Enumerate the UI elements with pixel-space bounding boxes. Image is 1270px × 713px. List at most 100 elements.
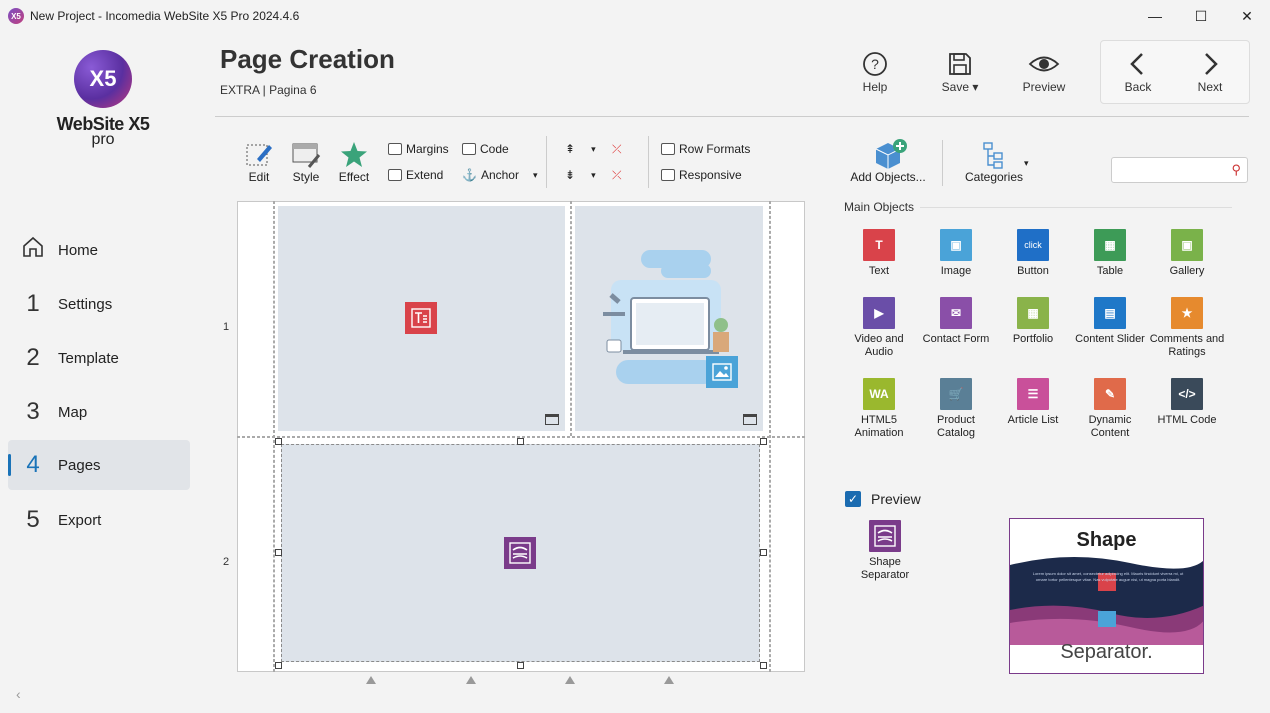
object-table[interactable]: ▦ Table: [1071, 229, 1149, 278]
resize-handle[interactable]: [760, 549, 767, 556]
object-text[interactable]: T Text: [840, 229, 918, 278]
categories-dropdown-icon[interactable]: ▾: [1024, 158, 1029, 169]
help-button[interactable]: ? Help: [852, 48, 898, 94]
object-portfolio[interactable]: ▦ Portfolio: [994, 297, 1072, 346]
maximize-button[interactable]: ☐: [1178, 0, 1224, 32]
row-formats-button[interactable]: Row Formats: [661, 142, 750, 156]
sidebar-item-settings[interactable]: 1 Settings: [8, 279, 190, 329]
object-label: Portfolio: [1012, 333, 1054, 345]
next-button[interactable]: Next: [1186, 48, 1234, 94]
object-video-and-audio[interactable]: ▶ Video and Audio: [840, 297, 918, 359]
resize-handle[interactable]: [517, 438, 524, 445]
column-marker[interactable]: [366, 676, 376, 684]
shape-separator-cell[interactable]: [281, 444, 760, 662]
image-object-icon: [706, 356, 738, 388]
sidebar-item-label: Home: [58, 241, 99, 259]
delete-cell-icon: ⤫: [612, 168, 622, 182]
style-icon: [291, 140, 321, 170]
close-button[interactable]: ✕: [1224, 0, 1270, 32]
step-number: 5: [26, 506, 40, 533]
cell-options-icon[interactable]: [545, 414, 559, 425]
object-gallery[interactable]: ▣ Gallery: [1148, 229, 1226, 278]
delete-cell-button[interactable]: ⤫: [612, 168, 622, 183]
margins-button[interactable]: Margins: [388, 142, 449, 156]
extend-button[interactable]: Extend: [388, 168, 443, 182]
object-label: Product Catalog: [937, 414, 975, 439]
table-icon: ▦: [1094, 229, 1126, 261]
object-html5-animation[interactable]: WA HTML5 Animation: [840, 378, 918, 440]
edit-button[interactable]: Edit: [243, 140, 275, 184]
add-objects-button[interactable]: Add Objects...: [848, 139, 928, 184]
object-product-catalog[interactable]: 🛒 Product Catalog: [917, 378, 995, 440]
column-marker[interactable]: [664, 676, 674, 684]
preview-label: Preview: [1022, 80, 1066, 94]
insert-row-above-button[interactable]: ⇞ ▾: [565, 142, 596, 156]
style-label: Style: [292, 170, 320, 184]
resize-handle[interactable]: [275, 438, 282, 445]
title-bar: X5 New Project - Incomedia WebSite X5 Pr…: [0, 0, 1270, 32]
row-number: 2: [223, 556, 230, 568]
code-icon: [462, 143, 476, 155]
minimize-button[interactable]: —: [1132, 0, 1178, 32]
save-button[interactable]: Save ▾: [936, 48, 984, 94]
object-content-slider[interactable]: ▤ Content Slider: [1071, 297, 1149, 346]
gallery-icon: ▣: [1171, 229, 1203, 261]
responsive-button[interactable]: Responsive: [661, 168, 742, 182]
code-label: Code: [480, 142, 509, 156]
object-contact-form[interactable]: ✉ Contact Form: [917, 297, 995, 346]
object-comments-and-ratings[interactable]: ★ Comments and Ratings: [1148, 297, 1226, 359]
delete-row-button[interactable]: ⤫: [612, 142, 622, 157]
object-article-list[interactable]: ☰ Article List: [994, 378, 1072, 427]
selected-object-shape-separator[interactable]: Shape Separator: [846, 520, 924, 582]
save-label: Save: [941, 80, 969, 94]
search-input[interactable]: ⚲: [1111, 157, 1248, 183]
preview-image-caption: Separator.: [1060, 641, 1153, 663]
edit-label: Edit: [248, 170, 270, 184]
article-list-icon: ☰: [1017, 378, 1049, 410]
insert-row-below-button[interactable]: ⇟ ▾: [565, 168, 596, 182]
search-icon[interactable]: ⚲: [1231, 162, 1241, 178]
anchor-button[interactable]: ⚓ Anchor ▾: [462, 168, 538, 182]
sidebar-item-pages[interactable]: 4 Pages: [8, 440, 190, 490]
resize-handle[interactable]: [760, 438, 767, 445]
object-image[interactable]: ▣ Image: [917, 229, 995, 278]
object-button[interactable]: click Button: [994, 229, 1072, 278]
preview-image-title: Shape: [1076, 529, 1137, 551]
categories-button[interactable]: Categories: [954, 140, 1034, 184]
object-dynamic-content[interactable]: ✎ Dynamic Content: [1071, 378, 1149, 440]
column-marker[interactable]: [466, 676, 476, 684]
row-formats-icon: [661, 143, 675, 155]
shape-separator-icon: [504, 537, 536, 569]
toolbar-divider: [648, 136, 649, 188]
responsive-label: Responsive: [679, 168, 742, 182]
resize-handle[interactable]: [275, 662, 282, 669]
resize-handle[interactable]: [517, 662, 524, 669]
image-object-cell[interactable]: [575, 206, 763, 431]
column-marker[interactable]: [565, 676, 575, 684]
portfolio-icon: ▦: [1017, 297, 1049, 329]
preview-image-art: [1010, 557, 1203, 645]
page-header: Page Creation EXTRA | Pagina 6: [220, 44, 395, 97]
effect-button[interactable]: Effect: [336, 140, 372, 184]
sidebar-item-map[interactable]: 3 Map: [8, 387, 190, 437]
style-button[interactable]: Style: [288, 140, 324, 184]
preview-button[interactable]: Preview: [1018, 48, 1070, 94]
comments-and-ratings-icon: ★: [1171, 297, 1203, 329]
code-button[interactable]: Code: [462, 142, 509, 156]
sidebar-item-home[interactable]: Home: [8, 225, 190, 275]
eye-icon: [1018, 48, 1070, 80]
collapse-sidebar-icon[interactable]: ‹: [16, 686, 21, 702]
sidebar-item-label: Map: [58, 403, 88, 421]
cell-options-icon[interactable]: [743, 414, 757, 425]
resize-handle[interactable]: [760, 662, 767, 669]
text-object-cell[interactable]: [278, 206, 565, 431]
back-button[interactable]: Back: [1114, 48, 1162, 94]
margins-label: Margins: [406, 142, 449, 156]
sidebar-item-export[interactable]: 5 Export: [8, 495, 190, 545]
grid-line: [570, 201, 572, 436]
resize-handle[interactable]: [275, 549, 282, 556]
object-html-code[interactable]: </> HTML Code: [1148, 378, 1226, 427]
object-label: Table: [1096, 265, 1124, 277]
sidebar-item-template[interactable]: 2 Template: [8, 333, 190, 383]
preview-checkbox[interactable]: ✓: [845, 491, 861, 507]
